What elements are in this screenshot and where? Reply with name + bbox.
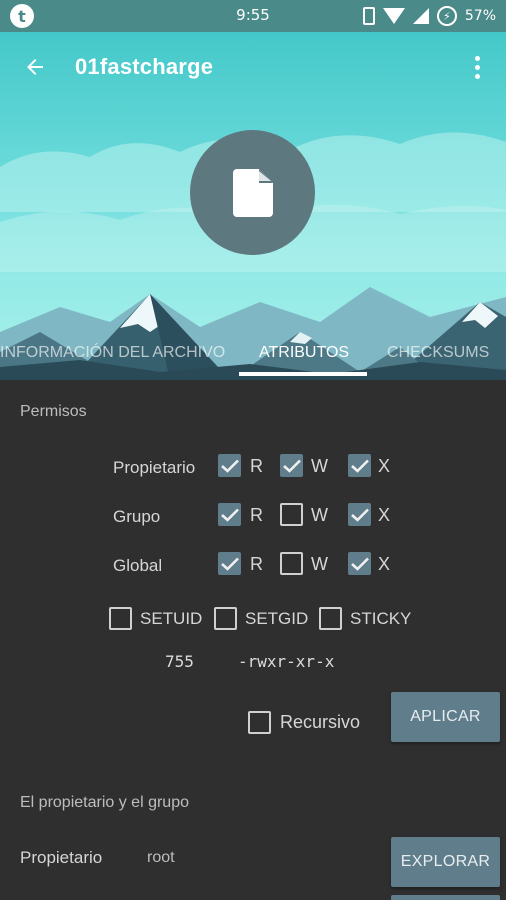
octal-permissions: 755 [165, 652, 194, 671]
recursive-checkbox[interactable] [248, 711, 271, 734]
execute-letter: X [378, 456, 391, 476]
ownership-section-title: El propietario y el grupo [20, 794, 189, 811]
write-letter: W [311, 456, 328, 476]
header: 01fastcharge INFORMACIÓN DEL ARCHIVO ATR… [0, 32, 506, 380]
file-avatar [190, 130, 315, 255]
write-letter: W [311, 505, 328, 525]
browse-group-button-partial[interactable] [391, 895, 500, 900]
owner-read-checkbox[interactable] [218, 454, 241, 477]
page-title: 01fastcharge [75, 54, 214, 79]
group-write-checkbox[interactable] [280, 503, 303, 526]
check-icon [350, 459, 369, 473]
apply-button[interactable]: APLICAR [391, 692, 500, 742]
check-icon [282, 459, 301, 473]
global-write-checkbox[interactable] [280, 552, 303, 575]
setgid-checkbox[interactable] [214, 607, 237, 630]
setgid-label: SETGID [245, 609, 309, 628]
file-icon [232, 168, 273, 217]
attributes-panel: Permisos Propietario R W X Grupo R W X G… [0, 380, 506, 900]
owner-write-checkbox[interactable] [280, 454, 303, 477]
check-icon [220, 508, 239, 522]
write-letter: W [311, 554, 328, 574]
status-bar: t 9:55 ⚡ 57% [0, 0, 506, 32]
execute-letter: X [378, 505, 391, 525]
setuid-label: SETUID [140, 609, 203, 628]
perm-row-label-owner: Propietario [113, 458, 196, 477]
arrow-back-icon [27, 59, 43, 75]
more-vert-icon [474, 55, 480, 61]
global-read-checkbox[interactable] [218, 552, 241, 575]
group-execute-checkbox[interactable] [348, 503, 371, 526]
read-letter: R [250, 456, 263, 476]
read-letter: R [250, 505, 263, 525]
perm-row-label-group: Grupo [113, 507, 161, 526]
global-execute-checkbox[interactable] [348, 552, 371, 575]
tab-file-info[interactable]: INFORMACIÓN DEL ARCHIVO [0, 344, 235, 362]
check-icon [220, 557, 239, 571]
more-options-button[interactable] [462, 47, 492, 87]
check-icon [350, 557, 369, 571]
tab-checksums[interactable]: CHECKSUMS [377, 344, 499, 362]
toolbar: 01fastcharge [0, 32, 506, 102]
recursive-label: Recursivo [280, 712, 361, 732]
read-letter: R [250, 554, 263, 574]
browse-owner-button[interactable]: EXPLORAR [391, 837, 500, 887]
status-time: 9:55 [236, 6, 270, 24]
vibrate-icon [362, 7, 375, 25]
owner-execute-checkbox[interactable] [348, 454, 371, 477]
owner-value: root [147, 849, 175, 866]
setuid-checkbox[interactable] [109, 607, 132, 630]
sticky-label: STICKY [350, 609, 412, 628]
group-read-checkbox[interactable] [218, 503, 241, 526]
symbolic-permissions: -rwxr-xr-x [238, 652, 335, 671]
owner-label: Propietario [20, 848, 103, 867]
check-icon [350, 508, 369, 522]
permissions-section-title: Permisos [20, 403, 87, 420]
execute-letter: X [378, 554, 391, 574]
check-icon [220, 459, 239, 473]
tab-attributes[interactable]: ATRIBUTOS [249, 344, 359, 362]
tab-indicator [239, 372, 367, 376]
back-button[interactable] [15, 47, 55, 87]
perm-row-label-global: Global [113, 556, 163, 575]
sticky-checkbox[interactable] [319, 607, 342, 630]
